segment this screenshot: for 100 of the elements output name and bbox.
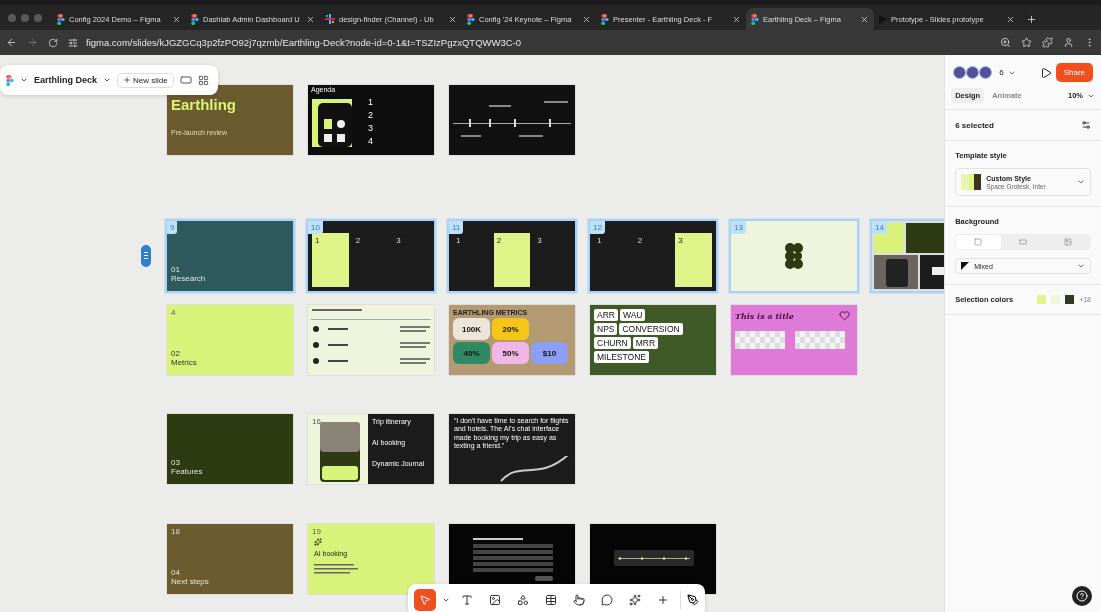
- url-field[interactable]: figma.com/slides/kJGZGCq3p2fzPO92j7qzmb/Earthling-Deck?node-id=0-1&t=TSZIzPgzxQTQWW3C-0: [86, 37, 522, 48]
- card-number: 2: [637, 236, 643, 245]
- slide-number: 18: [171, 527, 180, 536]
- zoom-icon[interactable]: [1000, 37, 1011, 48]
- section-number: 01: [171, 264, 181, 274]
- metric-tile: $10: [531, 342, 568, 364]
- slide-thumbnail[interactable]: 04 Next steps 18: [167, 524, 293, 594]
- logo-drawing: [784, 243, 804, 269]
- card-number: 1: [315, 236, 320, 245]
- agenda-number: 2: [368, 110, 373, 120]
- close-icon[interactable]: [732, 14, 741, 24]
- slide-number: 13: [731, 221, 746, 234]
- new-tab-icon[interactable]: [1026, 13, 1037, 25]
- section-title: Research: [171, 273, 206, 283]
- figma-logo-icon: [6, 74, 14, 86]
- metric-tile: 40%: [453, 342, 490, 364]
- comment-icon: [601, 594, 613, 606]
- metric-tag: MILESTONE: [594, 351, 649, 363]
- image-placeholder-icon: [795, 331, 845, 349]
- card-number: 3: [537, 236, 542, 245]
- shapes-icon: [517, 594, 529, 606]
- slide-thumbnail[interactable]: 03 Features: [167, 414, 293, 484]
- slide-thumbnail[interactable]: 1 2 3 12: [590, 221, 716, 291]
- single-view-icon[interactable]: [179, 74, 192, 86]
- help-button[interactable]: [1072, 586, 1092, 606]
- card-number: 2: [496, 236, 502, 245]
- grid-view-icon[interactable]: [197, 74, 209, 86]
- bookmark-icon[interactable]: [1021, 37, 1032, 48]
- color-swatch[interactable]: [1051, 295, 1061, 304]
- share-button[interactable]: Share: [1055, 63, 1093, 82]
- new-slide-button[interactable]: New slide: [117, 72, 174, 88]
- caret-icon[interactable]: [103, 76, 112, 84]
- profile-icon[interactable]: [1063, 37, 1074, 48]
- sparkle-icon: [314, 538, 322, 546]
- slide-number: 19: [312, 527, 321, 536]
- plus-icon: [123, 76, 132, 84]
- figma-logo-icon: [57, 13, 65, 25]
- slide-thumbnail[interactable]: ARR WAU NPS CONVERSION CHURN MRR MILESTONE: [590, 305, 716, 375]
- close-icon[interactable]: [1006, 14, 1015, 24]
- close-icon[interactable]: [306, 14, 315, 24]
- close-icon[interactable]: [582, 14, 591, 24]
- avatar: [966, 66, 980, 79]
- reload-icon[interactable]: [48, 37, 58, 48]
- metric-tag: NPS: [594, 323, 618, 335]
- slide-number: 16: [312, 417, 321, 426]
- plus-icon: [657, 594, 669, 606]
- card-number: 2: [355, 236, 361, 245]
- agenda-number: 4: [368, 136, 373, 146]
- metric-tag: ARR: [594, 309, 618, 321]
- slide-number: 14: [872, 221, 887, 234]
- section-title: Features: [171, 466, 203, 476]
- phone-drawing: [312, 99, 352, 147]
- file-name[interactable]: Earthling Deck: [34, 75, 98, 85]
- help-icon: [1076, 590, 1088, 602]
- metric-tile: 100K: [453, 318, 490, 340]
- figma-logo-icon: [751, 13, 759, 25]
- slide-thumbnail[interactable]: This is a title: [731, 305, 857, 375]
- caret-icon[interactable]: [442, 596, 450, 604]
- close-icon[interactable]: [448, 14, 457, 24]
- slide-thumbnail[interactable]: 02 Metrics 4: [167, 305, 293, 375]
- metric-tag: CONVERSION: [619, 323, 683, 335]
- slide-number: 4: [171, 308, 176, 317]
- settings-icon[interactable]: [1081, 120, 1091, 130]
- site-settings-icon[interactable]: [68, 37, 78, 48]
- phone-drawing: [308, 414, 368, 484]
- metric-tile: 20%: [492, 318, 529, 340]
- sparkle-icon: [629, 594, 641, 606]
- metric-tile: 50%: [492, 342, 529, 364]
- pen-icon[interactable]: [687, 594, 699, 606]
- close-icon[interactable]: [172, 14, 181, 24]
- metric-tag: CHURN: [594, 337, 631, 349]
- slack-logo-icon: [325, 14, 335, 24]
- collaborator-count: 6: [999, 68, 1004, 77]
- card-number: 1: [456, 236, 461, 245]
- color-swatch[interactable]: [1065, 295, 1075, 304]
- close-icon[interactable]: [860, 14, 869, 24]
- heart-icon: [839, 310, 850, 321]
- hand-pointer-icon: [573, 594, 585, 606]
- caret-icon[interactable]: [20, 76, 28, 84]
- figma-logo-icon: [601, 13, 609, 25]
- card-number: 3: [678, 236, 683, 245]
- slide-thumbnail[interactable]: [449, 85, 575, 155]
- slide-thumbnail[interactable]: 01 Research 9: [167, 221, 293, 291]
- slide-number: 11: [449, 221, 464, 234]
- slide-thumbnail[interactable]: 1 2 3 11: [449, 221, 575, 291]
- image-fill-icon: [1063, 238, 1072, 246]
- text-icon: [461, 594, 473, 606]
- drag-handle-icon[interactable]: [141, 245, 151, 267]
- color-swatch[interactable]: [1037, 295, 1047, 304]
- section-number: 03: [171, 457, 181, 467]
- slide-title: This is a title: [735, 311, 794, 321]
- caret-icon: [1077, 262, 1085, 270]
- avatar: [979, 66, 993, 79]
- card-number: 1: [597, 236, 602, 245]
- play-icon[interactable]: [1039, 66, 1052, 79]
- forward-icon[interactable]: [27, 37, 38, 48]
- slide-thumbnail[interactable]: 1 2 3 10: [308, 221, 434, 291]
- swoosh-drawing: [499, 456, 571, 482]
- back-icon[interactable]: [6, 37, 17, 48]
- extensions-icon[interactable]: [1042, 37, 1053, 48]
